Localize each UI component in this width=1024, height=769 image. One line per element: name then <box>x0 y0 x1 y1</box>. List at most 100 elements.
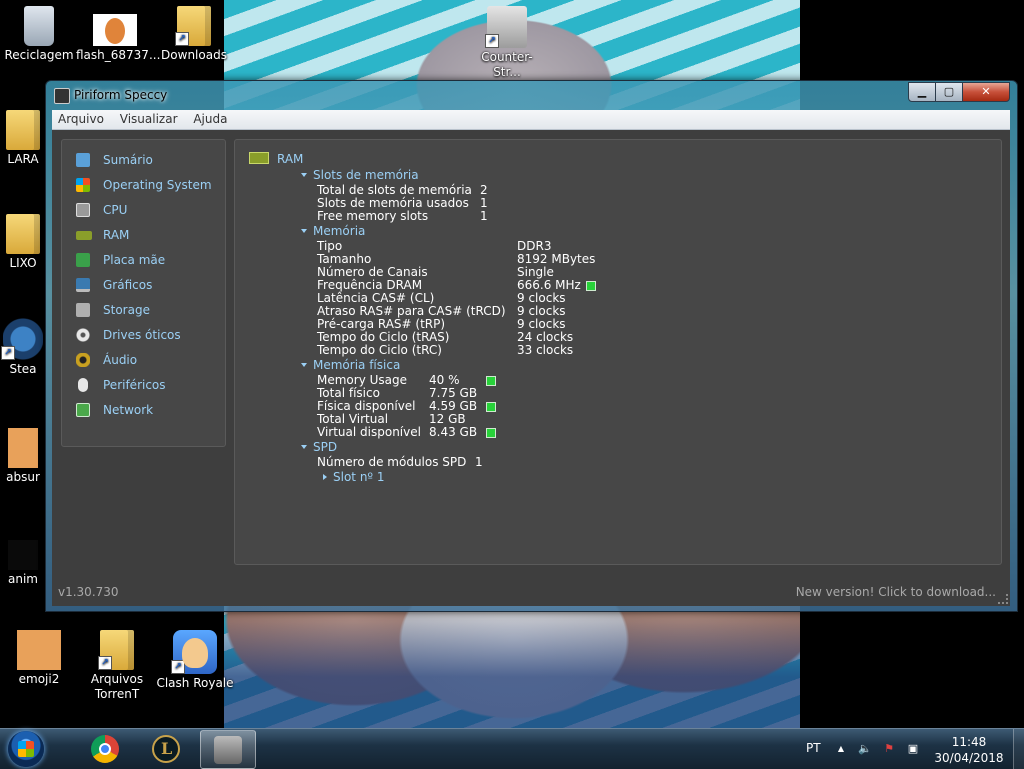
row-label: Tempo do Ciclo (tRC) <box>317 343 442 357</box>
slot-label: Slot nº 1 <box>333 470 385 484</box>
clock-date: 30/04/2018 <box>934 751 1004 765</box>
recycle-bin-icon <box>24 6 54 46</box>
desktop-icon-label: anim <box>8 572 38 586</box>
shortcut-arrow-icon: ↗ <box>98 656 112 670</box>
volume-icon[interactable]: 🔈 <box>858 742 872 756</box>
menu-visualizar[interactable]: Visualizar <box>114 110 184 129</box>
taskbar: PT ▲ 🔈 ⚑ ▣ 11:48 30/04/2018 <box>0 728 1024 769</box>
desktop-icon-label: Downloads <box>161 48 227 62</box>
row-value: 1 <box>475 455 483 469</box>
section-title: SPD <box>313 440 338 454</box>
folder-icon: ↗ <box>98 630 134 670</box>
resize-grip-icon[interactable] <box>998 594 1008 604</box>
version-label: v1.30.730 <box>58 585 119 599</box>
desktop-icon-steam[interactable]: ↗ Stea <box>0 318 46 377</box>
mouse-icon <box>78 378 88 392</box>
section-toggle-slots[interactable]: Slots de memória <box>301 169 419 182</box>
start-button[interactable] <box>8 731 44 767</box>
row-value: 33 clocks <box>517 343 574 357</box>
minimize-button[interactable]: ▁ <box>908 82 936 102</box>
menu-ajuda[interactable]: Ajuda <box>187 110 233 129</box>
sidebar-item-label: Network <box>103 403 154 417</box>
desktop-icon-absurdo[interactable]: absur <box>0 428 46 485</box>
collapse-arrow-icon <box>301 229 307 233</box>
language-indicator[interactable]: PT <box>806 741 821 755</box>
shortcut-arrow-icon: ↗ <box>485 34 499 48</box>
sidebar-item-label: Sumário <box>103 153 153 167</box>
sidebar-item-label: Operating System <box>103 178 212 192</box>
section-toggle-spd[interactable]: SPD <box>301 441 337 454</box>
sidebar-item-label: Placa mãe <box>103 253 166 267</box>
folder-icon <box>6 214 40 254</box>
collapse-arrow-icon <box>301 445 307 449</box>
shortcut-arrow-icon: ↗ <box>175 32 189 46</box>
maximize-button[interactable]: ▢ <box>935 82 963 102</box>
section-title: Slots de memória <box>313 168 419 182</box>
image-file-icon <box>17 630 61 670</box>
desktop-icon-emoji2[interactable]: emoji2 <box>0 630 78 687</box>
window-titlebar[interactable]: Piriform Speccy ▁ ▢ ✕ <box>46 81 1017 108</box>
status-indicator <box>586 281 596 291</box>
taskbar-button-league-of-legends[interactable] <box>139 730 193 767</box>
desktop-icon-downloads[interactable]: ↗ Downloads <box>155 6 233 63</box>
collapse-arrow-icon <box>301 173 307 177</box>
desktop-icon-clash-royale[interactable]: ↗ Clash Royale <box>156 630 234 691</box>
close-button[interactable]: ✕ <box>962 82 1010 102</box>
motherboard-icon <box>76 253 90 267</box>
league-of-legends-icon <box>152 735 180 763</box>
section-toggle-memoria-fisica[interactable]: Memória física <box>301 359 400 372</box>
speccy-app-icon <box>54 88 70 104</box>
desktop-icon-label: LARA <box>7 152 39 166</box>
show-desktop-button[interactable] <box>1013 729 1024 769</box>
ram-module-icon <box>76 231 92 240</box>
clock[interactable]: 11:48 30/04/2018 <box>930 734 1008 766</box>
details-panel: RAM Slots de memória Total de slots de m… <box>234 139 1002 565</box>
steam-icon: ↗ <box>1 318 43 360</box>
expand-arrow-icon <box>323 474 327 480</box>
menu-bar: Arquivo Visualizar Ajuda <box>52 110 1010 130</box>
row-label: Número de módulos SPD <box>317 455 467 469</box>
ram-module-icon <box>249 152 269 164</box>
cpu-chip-icon <box>76 203 90 217</box>
menu-arquivo[interactable]: Arquivo <box>52 110 110 129</box>
desktop-icon-label: LIXO <box>9 256 37 270</box>
section-toggle-memoria[interactable]: Memória <box>301 225 365 238</box>
desktop-icon-counter-strike[interactable]: ↗ Counter-Str... <box>468 6 546 80</box>
row-value: 1 <box>480 209 488 223</box>
taskbar-button-speccy[interactable] <box>200 730 256 769</box>
taskbar-button-chrome[interactable] <box>78 730 132 767</box>
network-icon[interactable]: ▣ <box>906 742 920 756</box>
status-indicator <box>486 428 496 438</box>
clipboard-icon <box>76 153 90 167</box>
sidebar-item-label: Gráficos <box>103 278 153 292</box>
desktop-icon-label: flash_68737... <box>76 48 161 62</box>
desktop-icon-label: emoji2 <box>18 672 60 686</box>
update-link[interactable]: New version! Click to download... <box>796 585 996 599</box>
window-client-area: Sumário Operating System CPU RAM Placa m… <box>52 130 1010 606</box>
desktop-icon-flash[interactable]: flash_68737... <box>76 6 160 63</box>
show-hidden-icons-icon[interactable]: ▲ <box>834 742 848 756</box>
desktop-icon-label: Clash Royale <box>156 676 234 690</box>
desktop-icon-arquivos-torrent[interactable]: ↗ Arquivos TorrenT <box>78 630 156 702</box>
animation-file-icon <box>8 540 38 570</box>
row-value: 8.43 GB <box>429 425 478 439</box>
sidebar-item-label: Storage <box>103 303 150 317</box>
desktop-icon-label: Arquivos TorrenT <box>90 672 144 701</box>
monitor-icon <box>76 278 90 292</box>
sidebar-item-label: CPU <box>103 203 128 217</box>
counter-strike-icon: ↗ <box>485 6 527 48</box>
speaker-icon <box>76 353 90 367</box>
desktop-icon-recycle-bin[interactable]: Reciclagem <box>0 6 78 63</box>
desktop-icon-lixo[interactable]: LIXO <box>0 214 46 271</box>
action-center-flag-icon[interactable]: ⚑ <box>882 742 896 756</box>
desktop-icon-lara[interactable]: LARA <box>0 110 46 167</box>
speccy-window: Piriform Speccy ▁ ▢ ✕ Arquivo Visualizar… <box>45 80 1018 612</box>
clock-time: 11:48 <box>951 735 987 749</box>
sidebar-item-label: Periféricos <box>103 378 166 392</box>
window-title: Piriform Speccy <box>74 88 168 102</box>
sidebar-item-label: Áudio <box>103 353 138 367</box>
slot-1-toggle[interactable]: Slot nº 1 <box>323 471 385 484</box>
windows-logo-icon <box>76 178 90 192</box>
folder-icon: ↗ <box>175 6 211 46</box>
desktop-icon-anim[interactable]: anim <box>0 540 46 587</box>
